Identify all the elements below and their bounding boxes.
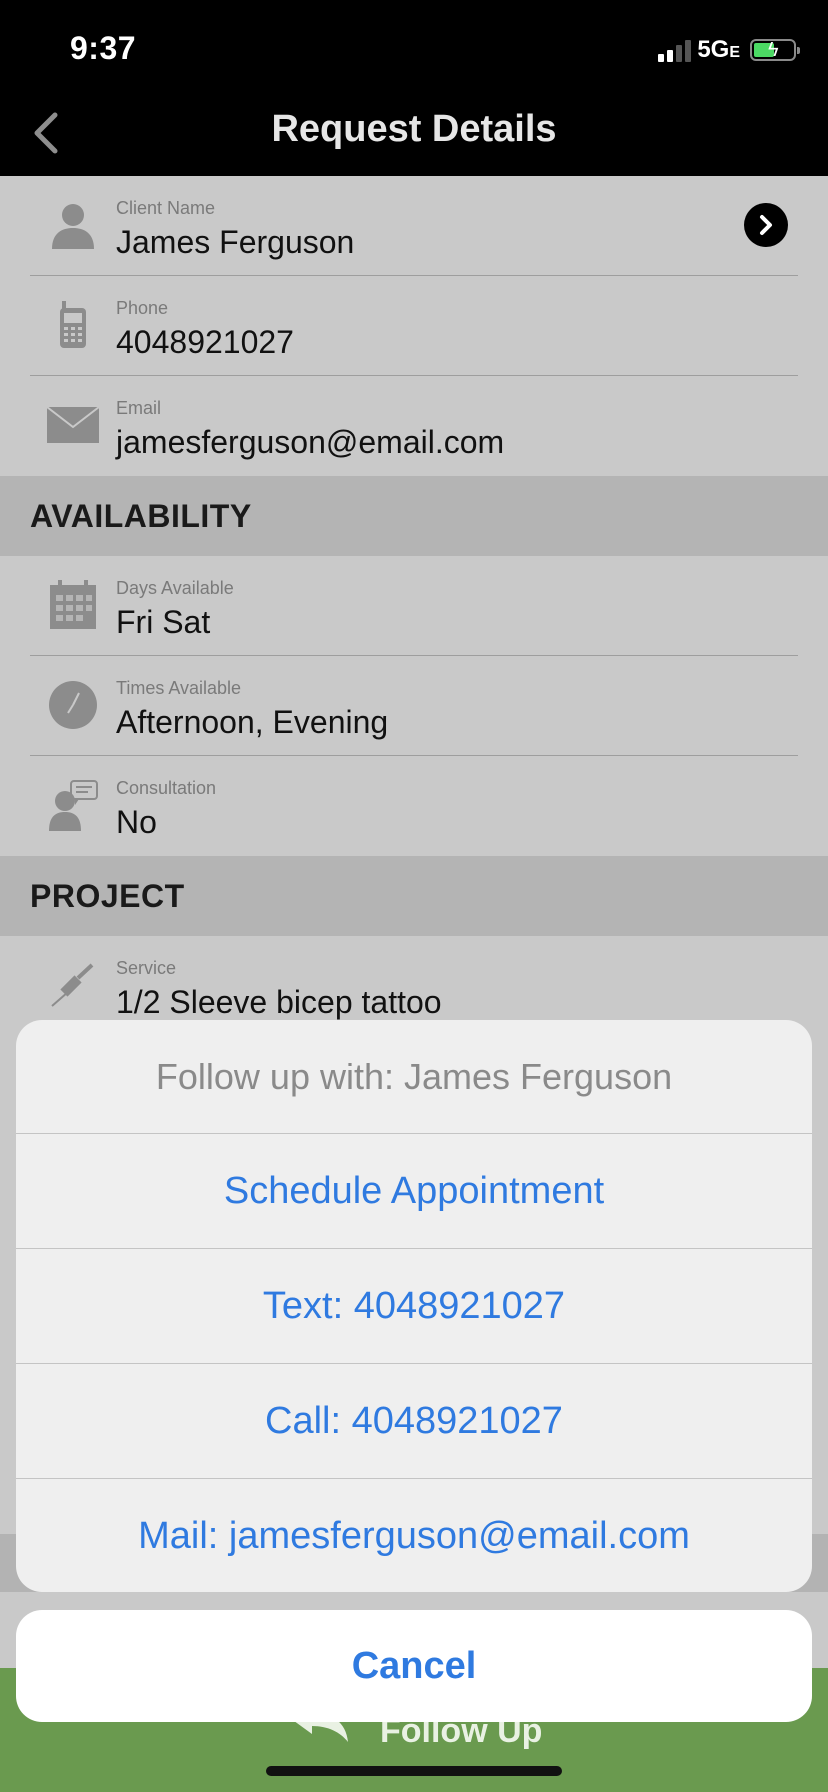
clock-icon — [44, 676, 102, 734]
consultation-row: Consultation No — [30, 756, 798, 856]
phone-value: 4048921027 — [116, 324, 294, 360]
email-row[interactable]: Email jamesferguson@email.com — [30, 376, 798, 476]
availability-section-header: AVAILABILITY — [0, 476, 828, 556]
days-available-row: Days Available Fri Sat — [30, 556, 798, 656]
client-name-row[interactable]: Client Name James Ferguson — [30, 176, 798, 276]
client-name-value: James Ferguson — [116, 224, 355, 260]
cancel-button[interactable]: Cancel — [16, 1610, 812, 1722]
battery-icon: ϟ — [750, 39, 800, 61]
schedule-appointment-button[interactable]: Schedule Appointment — [16, 1134, 812, 1249]
text-client-button[interactable]: Text: 4048921027 — [16, 1249, 812, 1364]
phone-row[interactable]: Phone 4048921027 — [30, 276, 798, 376]
tattoo-machine-icon — [44, 956, 102, 1014]
days-available-label: Days Available — [116, 578, 234, 598]
home-indicator[interactable] — [266, 1766, 562, 1776]
chevron-right-icon — [760, 215, 772, 235]
email-value: jamesferguson@email.com — [116, 424, 505, 460]
service-label: Service — [116, 958, 177, 978]
network-label: 5G — [697, 36, 730, 63]
status-time: 9:37 — [70, 30, 137, 66]
envelope-icon — [44, 396, 102, 454]
call-client-button[interactable]: Call: 4048921027 — [16, 1364, 812, 1479]
person-icon — [44, 196, 102, 254]
phone-label: Phone — [116, 298, 169, 318]
network-suffix: E — [729, 44, 740, 61]
service-value: 1/2 Sleeve bicep tattoo — [116, 984, 442, 1020]
times-available-value: Afternoon, Evening — [116, 704, 389, 740]
action-sheet-title: Follow up with: James Ferguson — [16, 1020, 812, 1134]
times-available-label: Times Available — [116, 678, 242, 698]
mail-client-button[interactable]: Mail: jamesferguson@email.com — [16, 1479, 812, 1592]
days-available-value: Fri Sat — [116, 604, 211, 640]
phone-icon — [44, 296, 102, 354]
page-title: Request Details — [271, 108, 557, 150]
calendar-icon — [44, 576, 102, 634]
network-type: 5GE — [697, 36, 740, 64]
email-label: Email — [116, 398, 162, 418]
consultation-value: No — [116, 804, 157, 840]
signal-icon — [658, 38, 692, 62]
consultation-icon — [44, 776, 102, 834]
follow-up-action-sheet: Follow up with: James Ferguson Schedule … — [16, 1020, 812, 1592]
consultation-label: Consultation — [116, 778, 217, 798]
project-section-header: PROJECT — [0, 856, 828, 936]
status-indicators: 5GE ϟ — [658, 36, 800, 64]
times-available-row: Times Available Afternoon, Evening — [30, 656, 798, 756]
client-detail-button[interactable] — [744, 203, 788, 247]
navigation-bar: Request Details — [0, 88, 828, 176]
client-name-label: Client Name — [116, 198, 216, 218]
status-bar: 9:37 5GE ϟ — [0, 0, 828, 88]
